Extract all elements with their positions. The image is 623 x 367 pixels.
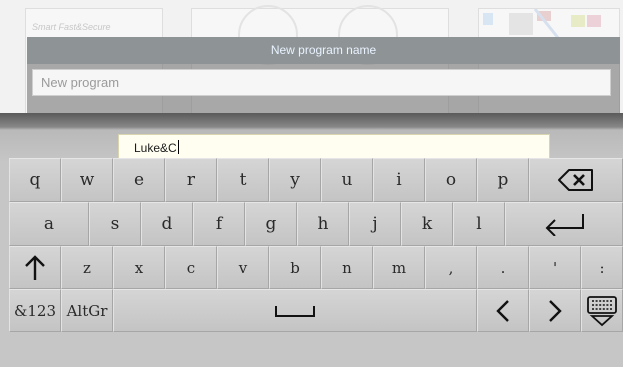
key-b[interactable]: b xyxy=(269,246,321,289)
key-t[interactable]: t xyxy=(217,158,269,202)
key-k[interactable]: k xyxy=(401,202,453,246)
key-p[interactable]: p xyxy=(477,158,529,202)
key-l[interactable]: l xyxy=(453,202,505,246)
key-period[interactable]: . xyxy=(477,246,529,289)
typed-text: Luke&C xyxy=(134,141,177,155)
shift-up-icon xyxy=(25,254,45,280)
key-i[interactable]: i xyxy=(373,158,425,202)
arrow-left-key[interactable] xyxy=(477,289,529,332)
key-x[interactable]: x xyxy=(113,246,165,289)
key-y[interactable]: y xyxy=(269,158,321,202)
altgr-key[interactable]: AltGr xyxy=(61,289,113,332)
hide-keyboard-key[interactable] xyxy=(581,289,623,332)
key-d[interactable]: d xyxy=(141,202,193,246)
dialog-title: New program name xyxy=(27,37,620,64)
enter-icon xyxy=(545,214,584,236)
key-a[interactable]: a xyxy=(9,202,89,246)
enter-key[interactable] xyxy=(505,202,623,246)
key-r[interactable]: r xyxy=(165,158,217,202)
arrow-right-key[interactable] xyxy=(529,289,581,332)
space-key[interactable] xyxy=(113,289,477,332)
on-screen-keyboard: Luke&C q w e r t y u i o p a s d f g h j… xyxy=(0,113,623,367)
program-name-input[interactable] xyxy=(41,70,610,95)
hide-keyboard-icon xyxy=(587,295,617,326)
keyboard-text-preview[interactable]: Luke&C xyxy=(118,134,550,161)
shift-key[interactable] xyxy=(9,246,61,289)
key-w[interactable]: w xyxy=(61,158,113,202)
key-e[interactable]: e xyxy=(113,158,165,202)
key-h[interactable]: h xyxy=(297,202,349,246)
space-icon xyxy=(275,305,315,317)
backspace-key[interactable] xyxy=(529,158,623,202)
key-q[interactable]: q xyxy=(9,158,61,202)
key-m[interactable]: m xyxy=(373,246,425,289)
key-j[interactable]: j xyxy=(349,202,401,246)
key-u[interactable]: u xyxy=(321,158,373,202)
key-z[interactable]: z xyxy=(61,246,113,289)
key-n[interactable]: n xyxy=(321,246,373,289)
mode-123-key[interactable]: &123 xyxy=(9,289,61,332)
text-caret xyxy=(177,140,179,154)
key-colon[interactable]: : xyxy=(581,246,623,289)
key-c[interactable]: c xyxy=(165,246,217,289)
key-f[interactable]: f xyxy=(193,202,245,246)
key-v[interactable]: v xyxy=(217,246,269,289)
key-o[interactable]: o xyxy=(425,158,477,202)
key-g[interactable]: g xyxy=(245,202,297,246)
arrow-right-icon xyxy=(549,299,562,322)
backspace-icon xyxy=(558,169,593,191)
program-name-field[interactable] xyxy=(32,69,611,96)
key-comma[interactable]: , xyxy=(425,246,477,289)
arrow-left-icon xyxy=(496,299,509,322)
key-apostrophe[interactable]: ' xyxy=(529,246,581,289)
brand-text: Smart Fast&Secure xyxy=(32,22,111,32)
key-s[interactable]: s xyxy=(89,202,141,246)
